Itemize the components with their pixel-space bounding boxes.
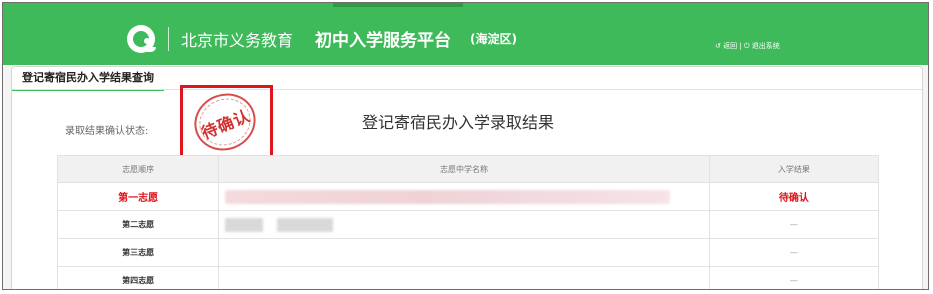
table-row: 第三志愿 —	[56, 238, 880, 267]
header-title-strong: 初中入学服务平台	[315, 31, 451, 51]
table-row: 第二志愿 —	[56, 210, 880, 239]
col-header-order: 志愿顺序	[56, 155, 220, 183]
confirm-status-label: 录取结果确认状态:	[65, 126, 149, 137]
school-name-redacted	[218, 210, 710, 239]
admission-result: —	[708, 238, 880, 267]
back-link[interactable]: 返回	[723, 41, 737, 51]
table-header-row: 志愿顺序 志愿中学名称 入学结果	[56, 155, 880, 183]
result-panel: 登记寄宿民办入学结果查询 录取结果确认状态: 待确认 登记寄宿民办入学录取结果 …	[11, 66, 923, 289]
school-name	[218, 238, 710, 267]
back-arrow-icon[interactable]: ↺	[715, 42, 721, 50]
school-name	[218, 266, 710, 289]
logout-link[interactable]: 退出系统	[752, 41, 780, 51]
admission-result: —	[708, 266, 880, 289]
platform-logo-icon[interactable]	[127, 25, 156, 53]
header-title-district: (海淀区)	[470, 32, 517, 46]
admission-result: —	[708, 210, 880, 239]
highlight-box: 待确认	[180, 84, 273, 160]
logo-inner	[133, 31, 156, 52]
power-icon[interactable]: ⏻	[744, 42, 750, 51]
redaction-blur	[225, 217, 709, 232]
choice-order: 第四志愿	[56, 266, 220, 289]
choice-order: 第二志愿	[56, 210, 220, 239]
choice-order: 第一志愿	[56, 182, 220, 211]
logo-wave	[138, 47, 156, 52]
link-separator: |	[739, 42, 742, 50]
header-divider	[168, 27, 169, 51]
col-header-school: 志愿中学名称	[218, 155, 710, 183]
choice-order: 第三志愿	[56, 238, 220, 267]
top-header: 北京市义务教育 初中入学服务平台 (海淀区) ↺ 返回 | ⏻ 退出系统	[3, 3, 928, 65]
redaction-blur	[225, 189, 671, 204]
col-header-result: 入学结果	[708, 155, 880, 183]
pending-stamp: 待确认	[185, 84, 265, 160]
table-row: 第一志愿 待确认	[56, 182, 880, 211]
tab-result-query[interactable]: 登记寄宿民办入学结果查询	[12, 67, 164, 91]
logo-dot	[144, 38, 150, 44]
school-name-redacted	[218, 182, 710, 211]
table-row: 第四志愿 —	[56, 266, 880, 289]
header-title-prefix: 北京市义务教育	[181, 31, 294, 50]
header-links: ↺ 返回 | ⏻ 退出系统	[715, 41, 780, 51]
tab-underline	[12, 89, 922, 90]
admission-table: 志愿顺序 志愿中学名称 入学结果 第一志愿 待确认 第二志愿 — 第三志愿 — …	[56, 155, 880, 289]
result-title: 登记寄宿民办入学录取结果	[362, 113, 555, 132]
header-accent-strip	[333, 3, 463, 7]
browser-frame: 北京市义务教育 初中入学服务平台 (海淀区) ↺ 返回 | ⏻ 退出系统 登记寄…	[2, 2, 929, 290]
admission-result: 待确认	[708, 182, 880, 211]
